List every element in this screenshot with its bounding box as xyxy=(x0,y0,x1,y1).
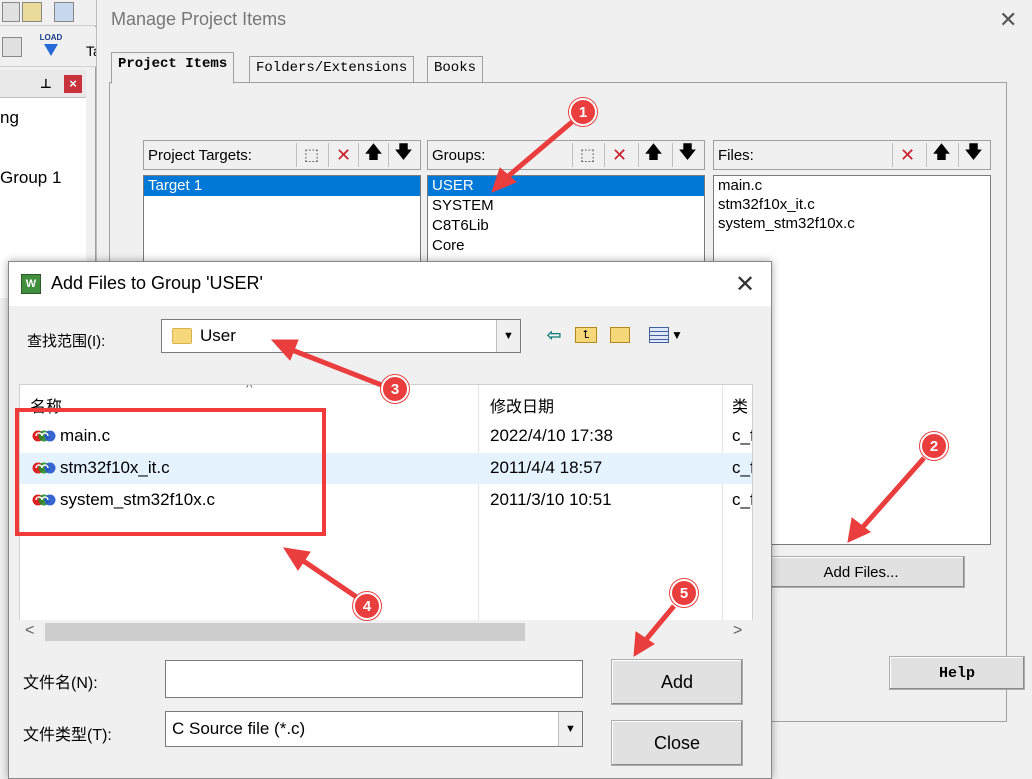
chevron-down-icon[interactable]: ▼ xyxy=(558,712,582,746)
list-item[interactable]: stm32f10x_it.c xyxy=(714,195,990,215)
list-item[interactable]: Target 1 xyxy=(144,176,420,196)
up-folder-icon[interactable]: ⮤ xyxy=(573,322,599,348)
close-icon[interactable]: ✕ xyxy=(999,7,1017,33)
new-folder-icon[interactable] xyxy=(607,322,633,348)
filename-input[interactable] xyxy=(165,660,583,698)
list-item[interactable]: C8T6Lib xyxy=(428,216,704,236)
pin-icon[interactable]: ⊥ xyxy=(40,76,52,92)
move-up-icon[interactable]: 🡅 xyxy=(926,142,956,167)
load-icon[interactable]: LOAD xyxy=(38,33,64,61)
new-icon[interactable]: ⬚ xyxy=(296,143,326,167)
panel-close-icon[interactable]: × xyxy=(64,75,82,93)
step-badge: 5 xyxy=(670,579,698,607)
targets-list[interactable]: Target 1 xyxy=(143,175,421,263)
scroll-thumb[interactable] xyxy=(45,623,525,641)
ide-toolbar-build: LOAD Ta xyxy=(0,27,101,67)
ide-toolbar-top xyxy=(0,0,96,26)
delete-icon[interactable]: ✕ xyxy=(604,143,634,167)
load-icon-label: LOAD xyxy=(39,33,63,42)
filetype-label: 文件类型(T): xyxy=(23,727,112,744)
tree-item-group[interactable]: Group 1 xyxy=(0,168,61,188)
save-icon[interactable] xyxy=(54,2,74,22)
close-button[interactable]: Close xyxy=(611,720,743,766)
column-header-date[interactable]: 修改日期 xyxy=(490,385,554,419)
list-item[interactable]: main.c xyxy=(714,176,990,196)
filetype-dropdown[interactable]: C Source file (*.c) ▼ xyxy=(165,711,583,747)
move-up-icon[interactable]: 🡅 xyxy=(358,142,388,167)
sort-ascending-icon: ^ xyxy=(246,384,253,395)
download-arrow-icon xyxy=(44,44,58,56)
file-date: 2011/4/4 18:57 xyxy=(490,458,603,477)
file-date: 2011/3/10 10:51 xyxy=(490,490,612,509)
step-badge: 3 xyxy=(381,375,409,403)
dialog-titlebar: W Add Files to Group 'USER' ✕ xyxy=(9,262,771,306)
copy-icon[interactable] xyxy=(2,2,20,22)
folder-icon xyxy=(172,328,192,344)
horizontal-scrollbar[interactable]: < > xyxy=(19,620,753,644)
list-item[interactable]: USER xyxy=(428,176,704,196)
add-button[interactable]: Add xyxy=(611,659,743,705)
step-badge: 4 xyxy=(353,592,381,620)
targets-header: Project Targets: ⬚ ✕ 🡅 🡇 xyxy=(143,140,421,170)
add-files-button[interactable]: Add Files... xyxy=(757,556,965,588)
move-down-icon[interactable]: 🡇 xyxy=(958,142,988,167)
filetype-value: C Source file (*.c) xyxy=(172,719,306,738)
tree-item[interactable]: ng xyxy=(0,108,19,128)
move-down-icon[interactable]: 🡇 xyxy=(672,142,702,167)
paste-icon[interactable] xyxy=(22,2,42,22)
scroll-right-icon[interactable]: > xyxy=(733,622,742,640)
move-down-icon[interactable]: 🡇 xyxy=(388,142,418,167)
targets-label: Project Targets: xyxy=(148,147,252,164)
files-header: Files: ✕ 🡅 🡇 xyxy=(713,140,991,170)
tab-folders-extensions[interactable]: Folders/Extensions xyxy=(249,56,415,82)
look-in-dropdown[interactable]: User ▼ xyxy=(161,319,521,353)
groups-label: Groups: xyxy=(432,147,486,164)
highlight-box xyxy=(15,408,326,536)
scroll-left-icon[interactable]: < xyxy=(25,622,34,640)
groups-header: Groups: ⬚ ✕ 🡅 🡇 xyxy=(427,140,705,170)
delete-icon[interactable]: ✕ xyxy=(892,143,922,167)
delete-icon[interactable]: ✕ xyxy=(328,143,358,167)
filename-label: 文件名(N): xyxy=(23,675,98,692)
project-panel-header: ⊥ × xyxy=(0,70,86,98)
new-icon[interactable]: ⬚ xyxy=(572,143,602,167)
column-header-type[interactable]: 类 xyxy=(732,385,748,419)
file-date: 2022/4/10 17:38 xyxy=(490,426,613,445)
dialog-title: Manage Project Items xyxy=(111,9,287,29)
tab-project-items[interactable]: Project Items xyxy=(111,52,235,84)
list-item[interactable]: Core xyxy=(428,236,704,256)
file-type: c_f xyxy=(732,426,753,445)
view-menu-icon[interactable]: ▼ xyxy=(643,322,689,348)
step-badge: 2 xyxy=(920,432,948,460)
look-in-value: User xyxy=(200,326,236,345)
help-button[interactable]: Help xyxy=(889,656,1025,690)
tab-books[interactable]: Books xyxy=(427,56,484,82)
close-icon[interactable]: ✕ xyxy=(735,270,755,299)
files-label: Files: xyxy=(718,147,754,164)
groups-list[interactable]: USER SYSTEM C8T6Lib Core xyxy=(427,175,705,263)
back-icon[interactable]: ⇦ xyxy=(541,322,567,348)
move-up-icon[interactable]: 🡅 xyxy=(638,142,668,167)
step-badge: 1 xyxy=(569,98,597,126)
file-type: c_f xyxy=(732,458,753,477)
list-item[interactable]: SYSTEM xyxy=(428,196,704,216)
look-in-label: 查找范围(I): xyxy=(27,333,106,350)
chevron-down-icon[interactable]: ▼ xyxy=(496,320,520,352)
keil-app-icon: W xyxy=(21,274,41,294)
dialog-title: Add Files to Group 'USER' xyxy=(51,273,263,293)
list-item[interactable]: system_stm32f10x.c xyxy=(714,214,990,234)
file-type: c_f xyxy=(732,490,753,509)
build-icon[interactable] xyxy=(2,37,22,57)
